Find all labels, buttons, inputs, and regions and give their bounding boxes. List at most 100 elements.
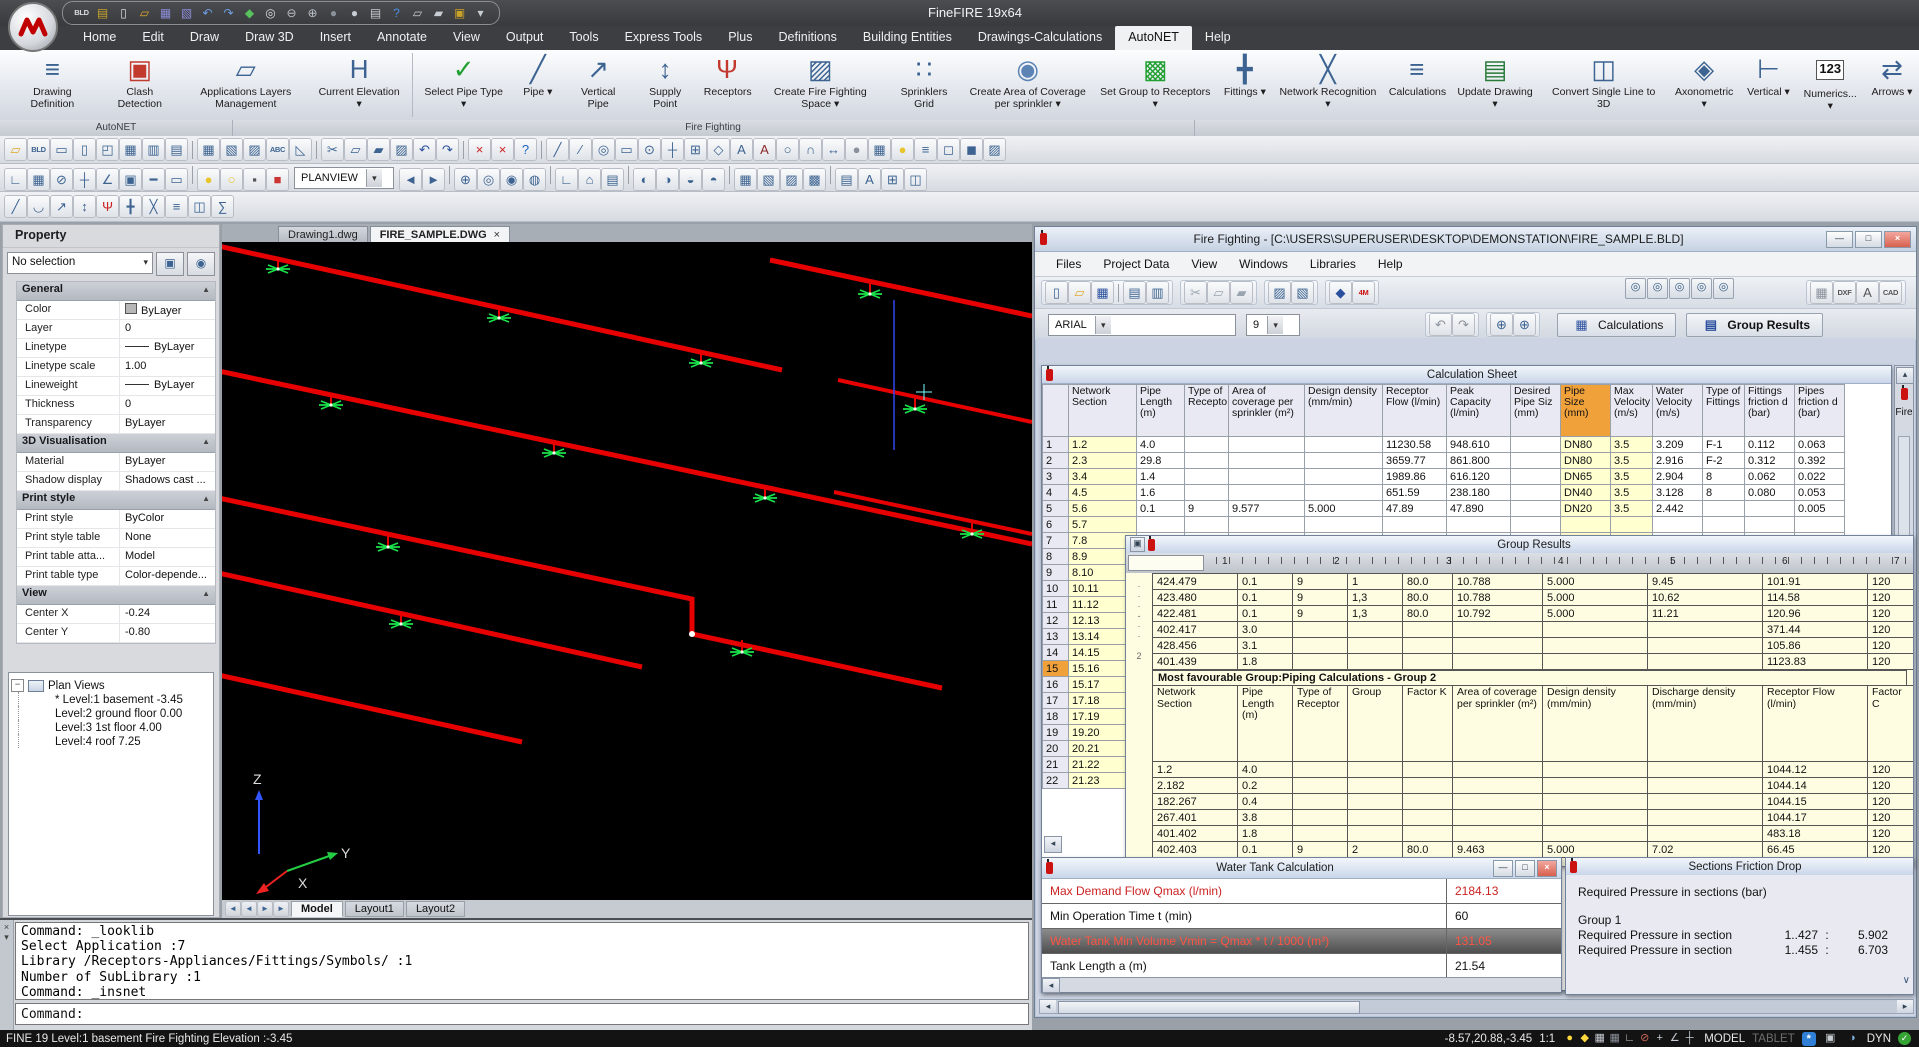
sprinkler-icon[interactable]: Ψ xyxy=(97,196,118,217)
nav-first-icon[interactable]: ◄ xyxy=(226,902,240,916)
help-icon[interactable]: ? xyxy=(515,139,536,160)
property-value[interactable]: ByLayer xyxy=(120,339,215,357)
property-value[interactable]: ByLayer xyxy=(120,301,215,319)
cascade-icon[interactable]: ▣ xyxy=(1823,1031,1838,1046)
cut-icon[interactable]: ✂ xyxy=(1185,282,1206,303)
lineweight-icon[interactable]: ━ xyxy=(143,169,164,190)
menu-tab-insert[interactable]: Insert xyxy=(307,26,364,50)
group-row[interactable]: 1.24.01044.12120 xyxy=(1153,762,1914,778)
collapse-icon[interactable] xyxy=(202,283,210,299)
pipe-line-icon[interactable]: ╱ xyxy=(5,196,26,217)
fire-menu-project-data[interactable]: Project Data xyxy=(1092,254,1180,274)
ribbon-button-arrows[interactable]: ⇄Arrows ▾ xyxy=(1865,50,1919,120)
preview-icon[interactable]: ▤ xyxy=(166,139,187,160)
dyn-ucs-icon[interactable]: ▣ xyxy=(120,169,141,190)
layout-tab-layout1[interactable]: Layout1 xyxy=(345,901,404,917)
property-value[interactable]: ByLayer xyxy=(120,415,215,433)
ribbon-button-applications-layers-management[interactable]: ▱Applications Layers Management xyxy=(181,50,311,120)
chevron-down-icon[interactable] xyxy=(143,253,148,273)
ribbon-button-convert-single-line-to-3d[interactable]: ◫Convert Single Line to 3D xyxy=(1541,50,1667,120)
menu-tab-output[interactable]: Output xyxy=(493,26,557,50)
grid-display-icon[interactable]: ▦ xyxy=(1607,1031,1622,1046)
select-objects-button[interactable]: ◉ xyxy=(187,252,215,276)
command-input[interactable]: Command: xyxy=(15,1003,1029,1025)
section-header-general[interactable]: General xyxy=(17,282,215,301)
styles-icon[interactable]: A xyxy=(859,169,880,190)
menu-tab-home[interactable]: Home xyxy=(70,26,129,50)
calculations-tab-button[interactable]: ▦ Calculations xyxy=(1557,313,1676,337)
zoom-in-icon[interactable]: ◎ xyxy=(1625,278,1646,299)
new-template-icon[interactable]: ▯ xyxy=(114,4,133,22)
pan-icon[interactable]: ⊕ xyxy=(455,169,476,190)
close-button[interactable]: × xyxy=(1537,860,1557,877)
plan-view-item-level-1-basement-3-45[interactable]: * Level:1 basement -3.45 xyxy=(18,692,211,706)
bulb-icon[interactable]: ● xyxy=(892,139,913,160)
group-row[interactable]: 401.4391.81123.83120 xyxy=(1153,654,1914,670)
osnap-icon[interactable]: ┼ xyxy=(74,169,95,190)
plan-view-item-level-4-roof-7-25[interactable]: Level:4 roof 7.25 xyxy=(18,734,211,748)
nav-diamond-icon[interactable]: ◆ xyxy=(240,4,259,22)
ribbon-button-supply-point[interactable]: ↕Supply Point xyxy=(632,50,699,120)
ribbon-button-calculations[interactable]: ≡Calculations xyxy=(1384,50,1450,120)
property-value[interactable]: 1.00 xyxy=(120,358,215,376)
row-number[interactable]: 10 xyxy=(1043,581,1069,597)
print-icon[interactable]: ▤ xyxy=(366,4,385,22)
minimize-button[interactable]: — xyxy=(1493,860,1513,877)
dxf-icon[interactable]: DXF xyxy=(1834,282,1855,303)
import-pack-icon[interactable]: ◰ xyxy=(97,139,118,160)
group-results-titlebar[interactable]: ▣ Group Results xyxy=(1126,536,1913,554)
table-icon[interactable]: ⊞ xyxy=(882,169,903,190)
command-history[interactable]: Command: _looklibSelect Application :7 L… xyxy=(15,922,1029,1000)
menu-tab-draw[interactable]: Draw xyxy=(177,26,232,50)
column-header-type-of-fittings[interactable]: Type of Fittings xyxy=(1703,385,1745,437)
group-row[interactable]: 423.4800.191,380.010.7885.00010.62114.58… xyxy=(1153,590,1914,606)
ribbon-button-update-drawing[interactable]: ▤Update Drawing ▾ xyxy=(1449,50,1540,120)
named-views-icon[interactable]: ▤ xyxy=(602,169,623,190)
zoom-window-icon[interactable]: ◎ xyxy=(1669,278,1690,299)
export-sheet-icon[interactable]: ▧ xyxy=(1292,282,1313,303)
property-value[interactable]: -0.80 xyxy=(120,624,215,642)
row-number[interactable]: 1 xyxy=(1043,437,1069,453)
column-header-design-density-mm-min[interactable]: Design density (mm/min) xyxy=(1305,385,1383,437)
bld-badge-icon[interactable]: BLD xyxy=(72,4,91,22)
property-value[interactable]: ByLayer xyxy=(120,453,215,471)
calc-row[interactable]: 65.7 xyxy=(1043,517,1845,533)
redo-icon[interactable]: ↷ xyxy=(219,4,238,22)
column-header-water-velocity-m-s[interactable]: Water Velocity (m/s) xyxy=(1653,385,1703,437)
row-number[interactable]: 16 xyxy=(1043,677,1069,693)
water-tank-row-tank-length-a-m[interactable]: Tank Length a (m)21.54 xyxy=(1042,954,1561,979)
help-icon[interactable]: ? xyxy=(387,4,406,22)
abc-check-icon[interactable]: ABC xyxy=(267,139,288,160)
row-number[interactable]: 8 xyxy=(1043,549,1069,565)
cancel-a-icon[interactable]: × xyxy=(469,139,490,160)
friction-drop-titlebar[interactable]: Sections Friction Drop xyxy=(1566,858,1913,876)
ribbon-button-sprinklers-grid[interactable]: ∷Sprinklers Grid xyxy=(885,50,962,120)
group-row[interactable]: 2.1820.21044.14120 xyxy=(1153,778,1914,794)
anchor-a-icon[interactable]: ⊕ xyxy=(1491,314,1512,335)
row-number[interactable]: 21 xyxy=(1043,757,1069,773)
grid-b-icon[interactable]: ▧ xyxy=(221,139,242,160)
column-header-receptor-flow-l-min[interactable]: Receptor Flow (l/min) xyxy=(1383,385,1447,437)
ortho-icon[interactable]: ∟ xyxy=(1622,1031,1637,1046)
ribbon-button-vertical-pipe[interactable]: ↗Vertical Pipe xyxy=(565,50,632,120)
assist-icon[interactable]: ◆ xyxy=(1577,1031,1592,1046)
ribbon-button-create-fire-fighting-space[interactable]: ▨Create Fire Fighting Space ▾ xyxy=(755,50,885,120)
ucs-world-icon[interactable]: ⌂ xyxy=(579,169,600,190)
scroll-up-button[interactable]: ▴ xyxy=(1896,367,1914,384)
fourm-icon[interactable]: 4M xyxy=(1353,282,1374,303)
row-number[interactable]: 14 xyxy=(1043,645,1069,661)
plot-icon[interactable]: ▥ xyxy=(143,139,164,160)
menu-tab-definitions[interactable]: Definitions xyxy=(766,26,850,50)
row-number[interactable]: 13 xyxy=(1043,629,1069,645)
save-as-icon[interactable]: ▧ xyxy=(177,4,196,22)
layer-sun-icon[interactable]: ○ xyxy=(221,169,242,190)
construction-line-icon[interactable]: ∕ xyxy=(570,139,591,160)
column-header-desired-pipe-siz-mm[interactable]: Desired Pipe Siz (mm) xyxy=(1511,385,1561,437)
fire-menu-view[interactable]: View xyxy=(1180,254,1228,274)
zoom-prev-icon[interactable]: ◎ xyxy=(1713,278,1734,299)
status-coordinates[interactable]: -8.57,20.88,-3.45 xyxy=(1445,1033,1533,1045)
layers-icon[interactable]: ≡ xyxy=(915,139,936,160)
collapse-icon[interactable] xyxy=(202,492,210,508)
font-combo[interactable]: ARIAL xyxy=(1048,314,1236,336)
water-tank-row-min-operation-time-t-min[interactable]: Min Operation Time t (min)60 xyxy=(1042,904,1561,929)
